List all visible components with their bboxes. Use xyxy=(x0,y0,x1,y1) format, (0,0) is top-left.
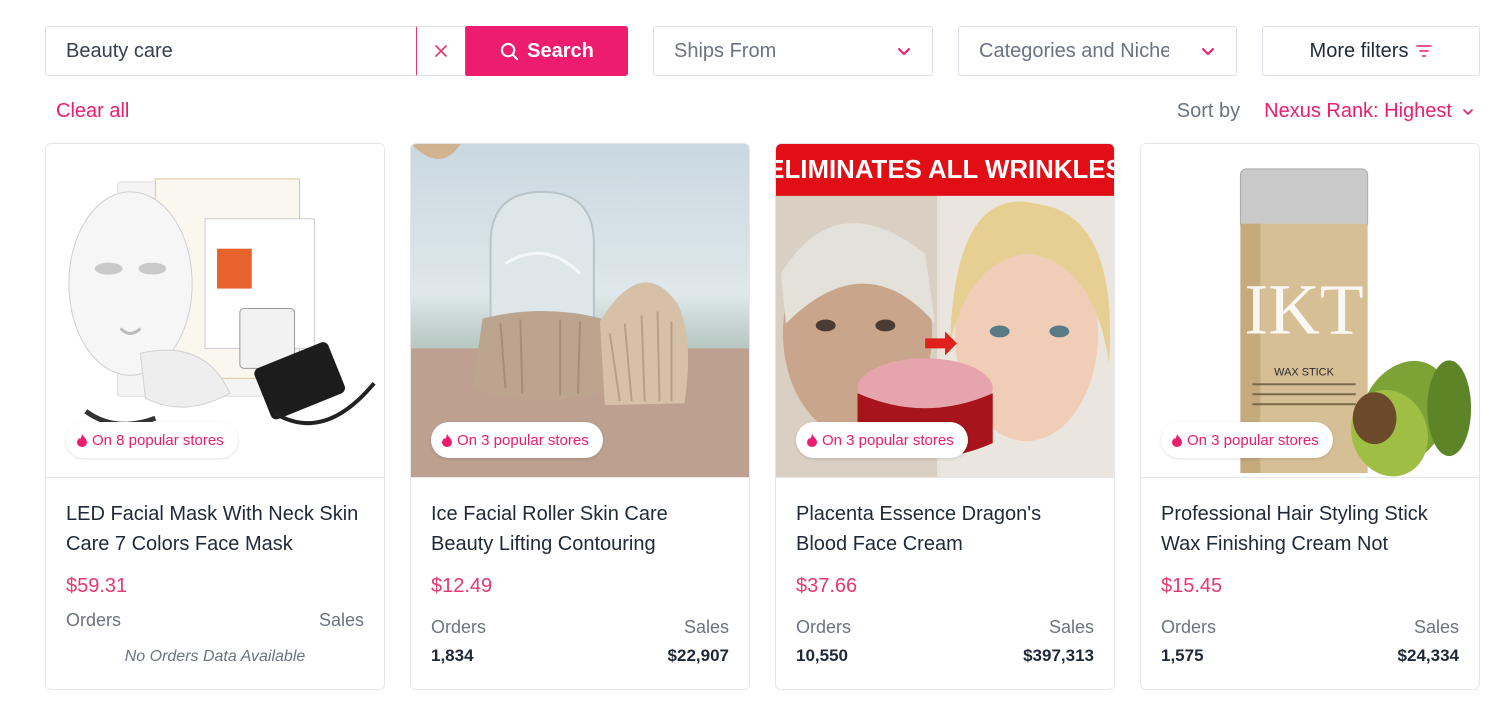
popular-stores-badge: On 3 popular stores xyxy=(431,422,603,458)
orders-label: Orders xyxy=(796,617,852,637)
sales-label: Sales xyxy=(318,610,364,630)
orders-label: Orders xyxy=(66,610,122,630)
search-button-label: Search xyxy=(527,39,594,62)
sales-value: $397,313 xyxy=(1023,646,1094,665)
flame-icon xyxy=(77,433,87,447)
stat-values: 1,575 $24,334 xyxy=(1161,646,1459,666)
sort-value: Nexus Rank: Highest xyxy=(1264,100,1452,122)
product-card[interactable]: On 8 popular stores LED Facial Mask With… xyxy=(45,143,385,690)
product-price: $59.31 xyxy=(66,575,128,597)
flame-icon xyxy=(807,433,817,447)
product-price: $15.45 xyxy=(1161,575,1223,597)
product-title[interactable]: Professional Hair Styling Stick Wax Fini… xyxy=(1161,499,1461,559)
chevron-down-icon xyxy=(1463,108,1473,115)
sales-value: $24,334 xyxy=(1397,646,1459,665)
clear-search-button[interactable] xyxy=(416,27,466,75)
popular-stores-text: On 3 popular stores xyxy=(457,431,589,449)
clear-all-link[interactable]: Clear all xyxy=(56,100,129,123)
sales-value: $22,907 xyxy=(667,646,729,665)
categories-dropdown[interactable]: Categories and Niches xyxy=(958,26,1237,76)
sales-label: Sales xyxy=(1048,617,1094,637)
stat-labels: Orders Sales xyxy=(66,610,364,631)
sales-label: Sales xyxy=(683,617,729,637)
product-grid: On 8 popular stores LED Facial Mask With… xyxy=(45,143,1480,690)
close-icon xyxy=(435,45,447,57)
sort-control: Sort by Nexus Rank: Highest xyxy=(1177,100,1474,123)
product-title[interactable]: Placenta Essence Dragon's Blood Face Cre… xyxy=(796,499,1096,559)
sort-label: Sort by xyxy=(1176,100,1241,122)
popular-stores-badge: On 3 popular stores xyxy=(796,422,968,458)
sort-dropdown[interactable]: Nexus Rank: Highest xyxy=(1264,100,1474,123)
product-card[interactable]: IKT WAX STICK On 3 popular stores Profes… xyxy=(1140,143,1480,690)
hair-wax-stick-image: IKT WAX STICK On 3 popular stores xyxy=(1141,144,1479,478)
search-box: Search xyxy=(45,26,628,76)
ships-from-label: Ships From xyxy=(674,39,777,62)
stat-labels: Orders Sales xyxy=(431,617,729,638)
stat-labels: Orders Sales xyxy=(1161,617,1459,638)
ice-roller-image: On 3 popular stores xyxy=(411,144,749,478)
product-card[interactable]: ELIMINATES ALL WRINKLES On 3 popular sto… xyxy=(775,143,1115,690)
ships-from-dropdown[interactable]: Ships From xyxy=(653,26,933,76)
face-cream-image: ELIMINATES ALL WRINKLES On 3 popular sto… xyxy=(776,144,1114,478)
image-banner-text: ELIMINATES ALL WRINKLES xyxy=(776,156,1114,184)
product-card[interactable]: On 3 popular stores Ice Facial Roller Sk… xyxy=(410,143,750,690)
orders-label: Orders xyxy=(431,617,487,637)
product-price: $37.66 xyxy=(796,575,858,597)
orders-value: 1,834 xyxy=(431,646,474,665)
orders-label: Orders xyxy=(1161,617,1217,637)
orders-value: 10,550 xyxy=(796,646,848,665)
popular-stores-badge: On 3 popular stores xyxy=(1161,422,1333,458)
led-face-mask-image: On 8 popular stores xyxy=(46,144,384,478)
search-icon xyxy=(500,42,519,60)
search-button[interactable]: Search xyxy=(466,26,628,76)
stat-values: 10,550 $397,313 xyxy=(796,646,1094,666)
image-brand-text: IKT xyxy=(1244,269,1363,349)
image-label-text: WAX STICK xyxy=(1274,366,1334,378)
orders-value: 1,575 xyxy=(1161,646,1204,665)
more-filters-label: More filters xyxy=(1309,39,1409,62)
popular-stores-text: On 3 popular stores xyxy=(822,431,954,449)
filter-icon xyxy=(1416,45,1433,57)
popular-stores-text: On 8 popular stores xyxy=(92,431,224,449)
stat-values: 1,834 $22,907 xyxy=(431,646,729,666)
sales-label: Sales xyxy=(1413,617,1459,637)
more-filters-button[interactable]: More filters xyxy=(1262,26,1480,76)
flame-icon xyxy=(442,433,452,447)
chevron-down-icon xyxy=(1202,48,1214,55)
product-title[interactable]: Ice Facial Roller Skin Care Beauty Lifti… xyxy=(431,499,731,559)
no-orders-data-text: No Orders Data Available xyxy=(124,648,306,665)
product-price: $12.49 xyxy=(431,575,493,597)
product-title[interactable]: LED Facial Mask With Neck Skin Care 7 Co… xyxy=(66,499,366,559)
filter-bar: Search Ships From Categories and Niches … xyxy=(45,26,1480,76)
stat-labels: Orders Sales xyxy=(796,617,1094,638)
flame-icon xyxy=(1172,433,1182,447)
popular-stores-badge: On 8 popular stores xyxy=(66,422,238,458)
search-input[interactable] xyxy=(46,27,416,75)
chevron-down-icon xyxy=(898,48,910,55)
popular-stores-text: On 3 popular stores xyxy=(1187,431,1319,449)
categories-label: Categories and Niches xyxy=(979,39,1169,62)
